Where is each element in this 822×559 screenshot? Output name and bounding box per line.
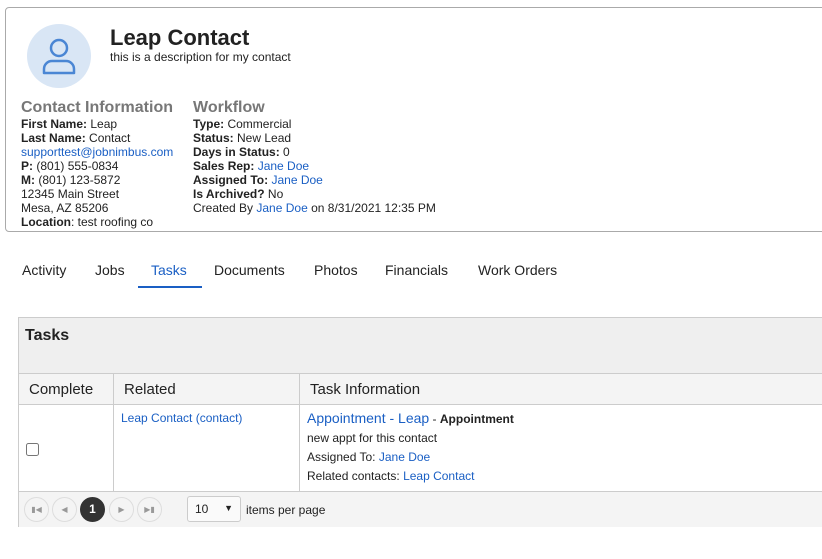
contact-info-heading: Contact Information: [21, 99, 173, 116]
items-per-page-label: items per page: [246, 503, 326, 517]
label: Type:: [193, 117, 225, 131]
column-related[interactable]: Related: [114, 374, 300, 405]
mobile: (801) 123-5872: [38, 173, 121, 187]
tab-documents[interactable]: Documents: [214, 262, 285, 278]
tab-activity[interactable]: Activity: [22, 262, 66, 278]
task-info-cell: Appointment - Leap - Appointment new app…: [300, 405, 822, 492]
status: New Lead: [237, 131, 292, 145]
contact-information: Contact Information First Name: Leap Las…: [21, 99, 173, 229]
type: Commercial: [227, 117, 292, 131]
related-cell: Leap Contact (contact): [114, 405, 300, 492]
chevron-down-icon: ▼: [224, 503, 233, 513]
page-size-value: 10: [195, 502, 209, 516]
label: Location: [21, 215, 71, 229]
task-type: Appointment: [439, 412, 514, 426]
sales-rep-link[interactable]: Jane Doe: [258, 159, 309, 173]
label: Assigned To:: [307, 450, 376, 464]
tasks-grid: Tasks Complete Related Task Information …: [18, 317, 822, 527]
label: First Name:: [21, 117, 88, 131]
prev-page-icon[interactable]: ◀: [52, 497, 77, 522]
workflow: Workflow Type: Commercial Status: New Le…: [193, 99, 436, 215]
location: : test roofing co: [71, 215, 154, 229]
page-button-current[interactable]: 1: [80, 497, 105, 522]
assigned-link[interactable]: Jane Doe: [379, 450, 430, 464]
label: Days in Status:: [193, 145, 280, 159]
task-description: new appt for this contact: [307, 431, 438, 445]
pager: ▮◀ ◀ 1 ▶ ▶▮ 10 ▼ items per page: [19, 492, 822, 527]
related-link[interactable]: Leap Contact (contact): [121, 411, 242, 425]
label: P:: [21, 159, 33, 173]
complete-checkbox[interactable]: [26, 443, 39, 456]
tab-tasks[interactable]: Tasks: [151, 262, 187, 278]
grid-title: Tasks: [19, 318, 822, 374]
workflow-heading: Workflow: [193, 99, 265, 116]
active-tab-indicator: [138, 286, 202, 288]
last-name: Contact: [89, 131, 131, 145]
email-link[interactable]: supporttest@jobnimbus.com: [21, 145, 173, 159]
label: Related contacts:: [307, 469, 400, 483]
contact-name: Leap Contact: [110, 25, 250, 50]
last-page-icon[interactable]: ▶▮: [137, 497, 162, 522]
avatar: [27, 24, 91, 88]
task-link[interactable]: Appointment - Leap: [307, 410, 429, 426]
column-task-information[interactable]: Task Information: [300, 374, 822, 405]
user-icon: [42, 38, 76, 75]
tab-jobs[interactable]: Jobs: [95, 262, 125, 278]
assigned-to-link[interactable]: Jane Doe: [271, 173, 322, 187]
label: Status:: [193, 131, 234, 145]
first-page-icon[interactable]: ▮◀: [24, 497, 49, 522]
column-headers: Complete Related Task Information: [19, 374, 822, 405]
created-by-link[interactable]: Jane Doe: [256, 201, 307, 215]
created-by-label: Created By: [193, 201, 254, 215]
label: Assigned To:: [193, 173, 269, 187]
contact-card: Leap Contact this is a description for m…: [5, 7, 822, 232]
phone: (801) 555-0834: [36, 159, 119, 173]
label: Is Archived?: [193, 187, 265, 201]
address-line2: Mesa, AZ 85206: [21, 201, 109, 215]
archived: No: [267, 187, 284, 201]
address-line1: 12345 Main Street: [21, 187, 120, 201]
first-name: Leap: [90, 117, 118, 131]
next-page-icon[interactable]: ▶: [109, 497, 134, 522]
label: Last Name:: [21, 131, 86, 145]
tab-photos[interactable]: Photos: [314, 262, 358, 278]
contact-description: this is a description for my contact: [110, 50, 291, 64]
tab-work-orders[interactable]: Work Orders: [478, 262, 557, 278]
created-on: on 8/31/2021 12:35 PM: [311, 201, 436, 215]
separator: -: [429, 412, 440, 426]
page-size-select[interactable]: 10 ▼: [187, 496, 241, 522]
label: M:: [21, 173, 35, 187]
tab-financials[interactable]: Financials: [385, 262, 448, 278]
table-row: Leap Contact (contact) Appointment - Lea…: [19, 405, 822, 492]
column-complete[interactable]: Complete: [19, 374, 114, 405]
label: Sales Rep:: [193, 159, 255, 173]
complete-cell: [19, 405, 114, 492]
days-in-status: 0: [283, 145, 290, 159]
related-contact-link[interactable]: Leap Contact: [403, 469, 474, 483]
